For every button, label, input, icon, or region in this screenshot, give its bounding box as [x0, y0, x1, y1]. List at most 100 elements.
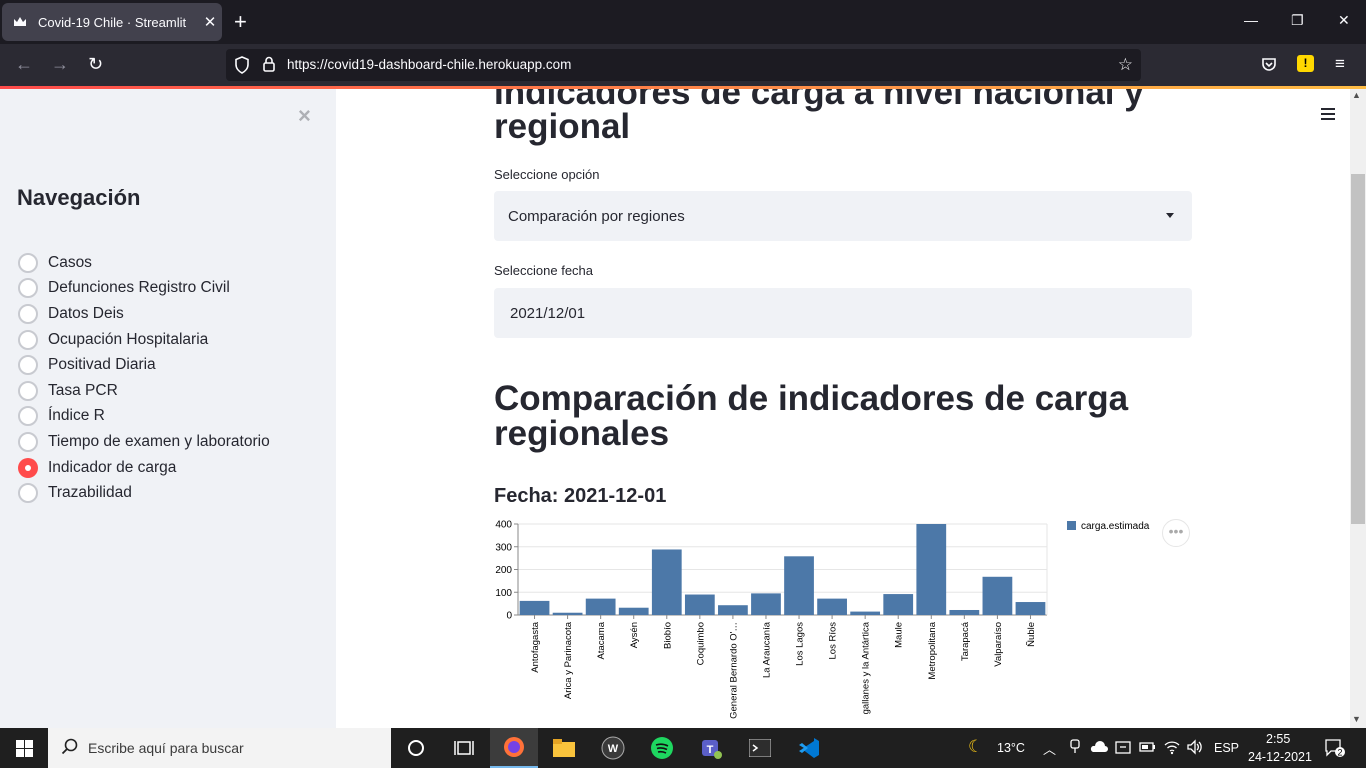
nav-radio-option[interactable]: Defunciones Registro Civil	[18, 276, 270, 302]
navigation-radio-group: Casos Defunciones Registro Civil Datos Dei…	[18, 250, 270, 506]
nav-radio-option[interactable]: Trazabilidad	[18, 480, 270, 506]
close-window-icon[interactable]: ✕	[1338, 12, 1350, 29]
nav-radio-option[interactable]: Indicador de carga	[18, 455, 270, 481]
new-tab-button[interactable]: +	[234, 10, 247, 34]
meet-now-icon[interactable]	[1068, 739, 1082, 758]
spotify-icon[interactable]	[638, 728, 686, 768]
nav-radio-label: Tiempo de examen y laboratorio	[48, 432, 270, 450]
nav-radio-option[interactable]: Tasa PCR	[18, 378, 270, 404]
date-input-value: 2021/12/01	[510, 304, 586, 322]
forward-icon[interactable]: →	[51, 54, 69, 74]
windows-start-icon[interactable]	[16, 740, 33, 762]
bar	[684, 594, 715, 615]
x-tick-label: Arica y Parinacota	[563, 621, 574, 699]
show-hidden-icons-icon[interactable]: ︿	[1043, 739, 1056, 758]
date-input[interactable]: 2021/12/01	[494, 288, 1192, 338]
notification-center-icon[interactable]: 2	[1324, 738, 1346, 761]
date-subheading: Fecha: 2021-12-01	[494, 485, 667, 507]
vscode-icon[interactable]	[785, 728, 833, 768]
clock-date[interactable]: 24-12-2021	[1248, 750, 1312, 764]
scroll-up-icon[interactable]: ▲	[1352, 90, 1361, 100]
reload-icon[interactable]: ↻	[88, 54, 103, 74]
browser-tab[interactable]: Covid-19 Chile · Streamlit ✕	[2, 3, 222, 41]
y-tick-label: 200	[495, 565, 512, 576]
nav-radio-option[interactable]: Ocupación Hospitalaria	[18, 327, 270, 353]
file-explorer-icon[interactable]	[540, 728, 588, 768]
bookmark-star-icon[interactable]: ☆	[1118, 55, 1133, 75]
bar	[817, 598, 847, 615]
clock-time[interactable]: 2:55	[1266, 732, 1290, 746]
radio-unselected-icon[interactable]	[18, 431, 38, 452]
taskbar-search-box[interactable]: Escribe aquí para buscar	[48, 728, 391, 768]
pocket-icon[interactable]	[1261, 56, 1277, 77]
nav-radio-label: Indicador de carga	[48, 458, 177, 476]
legend-swatch	[1067, 521, 1076, 530]
shield-icon[interactable]	[234, 56, 250, 79]
nav-radio-option[interactable]: Tiempo de examen y laboratorio	[18, 429, 270, 455]
chart-actions-icon[interactable]: •••	[1162, 519, 1190, 547]
firefox-icon[interactable]	[490, 728, 538, 768]
nav-radio-option[interactable]: Índice R	[18, 404, 270, 430]
x-tick-label: Antofagasta	[530, 621, 541, 672]
radio-unselected-icon[interactable]	[18, 380, 38, 401]
tab-title: Covid-19 Chile · Streamlit	[38, 14, 187, 30]
sidebar: × Navegación Casos Defunciones Registro C…	[0, 89, 336, 728]
close-tab-icon[interactable]: ✕	[198, 13, 222, 31]
url-bar[interactable]: https://covid19-dashboard-chile.herokuap…	[226, 49, 1141, 81]
minimize-icon[interactable]: —	[1244, 12, 1258, 28]
x-tick-label: Los Lagos	[795, 622, 806, 666]
teams-icon[interactable]: T	[687, 728, 735, 768]
main-content: Indicadores de carga a nivel nacional y …	[336, 89, 1350, 728]
radio-unselected-icon[interactable]	[18, 303, 38, 324]
y-tick-label: 300	[495, 542, 512, 553]
radio-unselected-icon[interactable]	[18, 278, 38, 299]
cortana-icon[interactable]	[392, 728, 440, 768]
bar	[651, 549, 682, 615]
battery-icon[interactable]	[1139, 739, 1157, 758]
nav-radio-option[interactable]: Casos	[18, 250, 270, 276]
hamburger-menu-icon[interactable]	[1320, 107, 1336, 126]
language-indicator[interactable]: ESP	[1214, 741, 1239, 755]
radio-unselected-icon[interactable]	[18, 355, 38, 376]
nav-radio-label: Datos Deis	[48, 304, 124, 322]
bar	[883, 594, 914, 615]
x-tick-label: General Bernardo O'…	[728, 622, 739, 719]
windows-taskbar: Escribe aquí para buscar W T ☾ 13°C ︿ ES…	[0, 728, 1366, 768]
back-icon[interactable]: ←	[15, 54, 33, 74]
wps-icon[interactable]: W	[589, 728, 637, 768]
lock-icon[interactable]	[262, 56, 276, 78]
action-icon[interactable]	[1115, 739, 1131, 758]
task-view-icon[interactable]	[440, 728, 488, 768]
page-title-line2: regional	[494, 107, 631, 146]
radio-selected-icon[interactable]	[18, 457, 38, 478]
bar	[850, 611, 881, 615]
restore-icon[interactable]: ❐	[1291, 12, 1304, 29]
option-select-label: Seleccione opción	[494, 167, 600, 182]
onedrive-icon[interactable]	[1090, 741, 1108, 756]
terminal-icon[interactable]	[736, 728, 784, 768]
x-tick-label: Ñuble	[1026, 622, 1037, 647]
close-sidebar-icon[interactable]: ×	[298, 103, 311, 129]
radio-unselected-icon[interactable]	[18, 329, 38, 350]
radio-unselected-icon[interactable]	[18, 252, 38, 273]
x-tick-label: Aysén	[629, 622, 640, 648]
app-menu-icon[interactable]: ≡	[1335, 54, 1345, 74]
wifi-icon[interactable]	[1163, 739, 1181, 758]
option-select[interactable]: Comparación por regiones	[494, 191, 1192, 241]
nav-radio-option[interactable]: Datos Deis	[18, 301, 270, 327]
scroll-down-icon[interactable]: ▼	[1352, 714, 1361, 724]
nav-radio-label: Tasa PCR	[48, 381, 118, 399]
radio-unselected-icon[interactable]	[18, 406, 38, 427]
weather-moon-icon[interactable]: ☾	[968, 737, 983, 757]
radio-unselected-icon[interactable]	[18, 483, 38, 504]
scrollbar-thumb[interactable]	[1351, 174, 1365, 524]
svg-text:T: T	[707, 744, 714, 756]
volume-icon[interactable]	[1186, 739, 1204, 758]
weather-temperature[interactable]: 13°C	[997, 741, 1025, 755]
x-tick-label: Tarapacá	[960, 621, 971, 661]
y-tick-label: 0	[506, 611, 512, 622]
legend-label: carga.estimada	[1081, 521, 1150, 532]
nav-radio-option[interactable]: Positivad Diaria	[18, 352, 270, 378]
extension-icon[interactable]: !	[1297, 55, 1314, 72]
bar	[1015, 602, 1046, 615]
